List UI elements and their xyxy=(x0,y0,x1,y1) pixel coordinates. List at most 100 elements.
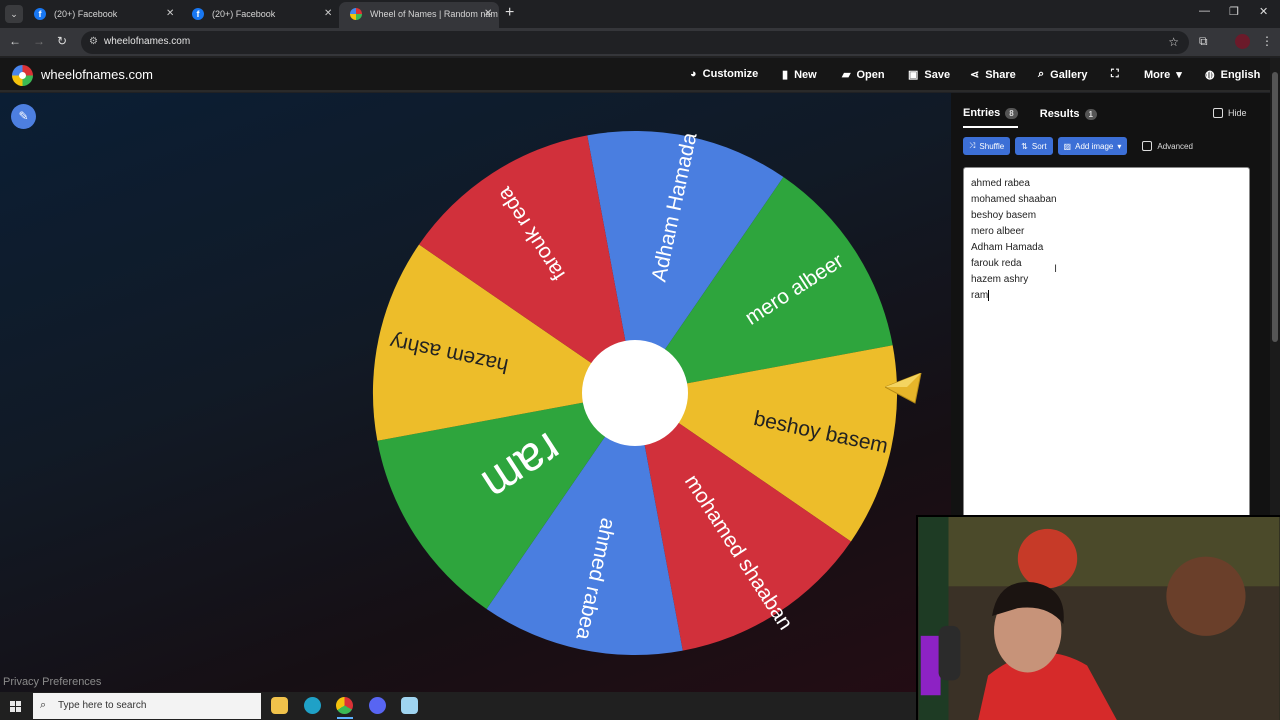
customize-button[interactable]: ◕ Customize xyxy=(690,68,758,80)
advanced-checkbox[interactable] xyxy=(1142,141,1153,151)
customize-label: Customize xyxy=(702,68,759,80)
floppy-icon: ▣ xyxy=(908,69,919,81)
palette-icon: ◕ xyxy=(690,68,697,80)
more-button[interactable]: More ▾ xyxy=(1144,68,1182,82)
edit-pencil-icon[interactable]: ✎ xyxy=(11,104,36,129)
discord-icon[interactable] xyxy=(369,697,386,714)
tab-entries[interactable]: Entries 8 xyxy=(963,107,1018,128)
profile-avatar[interactable] xyxy=(1235,34,1250,49)
restore-icon[interactable]: ❐ xyxy=(1229,5,1239,18)
name-wheel[interactable]: Adham Hamadamero albeerbeshoy basemmoham… xyxy=(370,128,900,658)
back-icon[interactable]: ← xyxy=(9,34,21,48)
close-icon[interactable]: ✕ xyxy=(484,2,492,26)
facebook-icon: f xyxy=(34,8,46,20)
save-button[interactable]: ▣ Save xyxy=(908,68,951,82)
save-label: Save xyxy=(924,68,951,81)
windows-start-icon[interactable] xyxy=(10,701,21,712)
tab-facebook-1[interactable]: f (20+) Facebook ✕ xyxy=(23,2,181,28)
panel-tabs: Entries 8 Results 1 xyxy=(963,107,1097,128)
wheel-favicon-icon xyxy=(350,8,362,20)
advanced-label: Advanced xyxy=(1157,141,1193,151)
hide-toggle[interactable]: Hide xyxy=(1213,108,1247,118)
search-icon: ⌕ xyxy=(1038,68,1045,80)
file-explorer-icon[interactable] xyxy=(271,697,288,714)
browser-toolbar: ← → ↻ ⚙ wheelofnames.com ☆ ⧉ ⋮ xyxy=(0,28,1280,57)
entry-line: hazem ashry xyxy=(971,274,1029,285)
share-button[interactable]: ⋖ Share xyxy=(970,68,1016,82)
add-image-label: Add image xyxy=(1075,141,1114,151)
folder-icon: ▰ xyxy=(842,69,851,81)
gallery-label: Gallery xyxy=(1050,68,1088,81)
windows-taskbar: ⌕ Type here to search xyxy=(0,692,916,720)
facebook-icon: f xyxy=(192,8,204,20)
share-icon: ⋖ xyxy=(970,69,980,81)
chrome-icon[interactable] xyxy=(336,697,353,714)
text-caret xyxy=(988,289,990,301)
add-image-button[interactable]: ▨ Add image ▾ xyxy=(1057,137,1128,155)
tab-wheel-of-names[interactable]: Wheel of Names | Random nam ✕ xyxy=(339,2,499,28)
active-app-indicator xyxy=(337,717,353,719)
forward-icon[interactable]: → xyxy=(33,34,45,48)
tab-title: (20+) Facebook xyxy=(54,9,118,19)
tab-title: Wheel of Names | Random nam xyxy=(370,9,498,19)
minimize-icon[interactable]: — xyxy=(1199,5,1210,17)
language-label: English xyxy=(1220,68,1261,81)
entries-count-badge: 8 xyxy=(1005,107,1018,119)
caret-down-icon: ▾ xyxy=(1176,69,1182,81)
caret-down-icon: ▾ xyxy=(1117,141,1122,151)
wheel-center[interactable] xyxy=(582,340,688,446)
new-button[interactable]: ▮ New xyxy=(782,68,817,82)
search-icon: ⌕ xyxy=(40,699,47,711)
address-bar[interactable]: ⚙ wheelofnames.com ☆ xyxy=(81,31,1189,54)
entry-line: ram xyxy=(971,289,990,301)
sort-icon: ⇅ xyxy=(1021,141,1028,151)
webcam-overlay xyxy=(916,515,1280,720)
scroll-thumb[interactable] xyxy=(1272,72,1278,342)
advanced-toggle[interactable]: Advanced xyxy=(1142,141,1193,151)
new-tab-icon[interactable]: + xyxy=(505,4,514,22)
open-button[interactable]: ▰ Open xyxy=(842,68,885,82)
bookmark-star-icon[interactable]: ☆ xyxy=(1168,35,1179,49)
site-info-icon[interactable]: ⚙ xyxy=(89,36,98,47)
close-icon[interactable]: ✕ xyxy=(166,2,174,26)
entry-line: ahmed rabea xyxy=(971,178,1030,189)
tab-search-icon[interactable]: ⌄ xyxy=(5,5,23,23)
hide-checkbox[interactable] xyxy=(1213,108,1223,118)
entry-line: mohamed shaaban xyxy=(971,194,1057,205)
image-icon: ▨ xyxy=(1063,141,1072,151)
entry-line: farouk reda xyxy=(971,258,1022,269)
logo-text[interactable]: wheelofnames.com xyxy=(41,67,153,82)
gallery-button[interactable]: ⌕ Gallery xyxy=(1038,68,1087,81)
more-label: More xyxy=(1144,68,1171,81)
new-label: New xyxy=(794,68,817,81)
close-icon[interactable]: ✕ xyxy=(324,2,332,26)
tab-title: (20+) Facebook xyxy=(212,9,276,19)
window-close-icon[interactable]: ✕ xyxy=(1259,5,1268,18)
open-label: Open xyxy=(856,68,885,81)
language-button[interactable]: ◍ English xyxy=(1205,68,1261,82)
fullscreen-button[interactable]: ⛶ xyxy=(1111,68,1119,81)
text-cursor-icon: I xyxy=(1054,263,1058,275)
reload-icon[interactable]: ↻ xyxy=(57,34,67,48)
shuffle-button[interactable]: ⤨ Shuffle xyxy=(963,137,1011,155)
extensions-icon[interactable]: ⧉ xyxy=(1199,34,1208,49)
logo-icon[interactable] xyxy=(12,65,33,86)
privacy-preferences-link[interactable]: Privacy Preferences xyxy=(3,676,101,688)
entries-tab-label: Entries xyxy=(963,107,1001,119)
wheel-pointer-icon xyxy=(885,373,922,404)
tab-facebook-2[interactable]: f (20+) Facebook ✕ xyxy=(181,2,339,28)
browser-menu-icon[interactable]: ⋮ xyxy=(1261,34,1273,48)
share-label: Share xyxy=(985,68,1016,81)
globe-icon: ◍ xyxy=(1205,69,1215,81)
taskbar-search-box[interactable]: ⌕ Type here to search xyxy=(33,693,261,719)
browser-tabstrip: ⌄ f (20+) Facebook ✕ f (20+) Facebook ✕ … xyxy=(0,0,1280,28)
screen: ⌄ f (20+) Facebook ✕ f (20+) Facebook ✕ … xyxy=(0,0,1280,720)
edge-icon[interactable] xyxy=(304,697,321,714)
url-text: wheelofnames.com xyxy=(104,36,191,47)
tab-results[interactable]: Results 1 xyxy=(1040,107,1097,128)
app-icon[interactable] xyxy=(401,697,418,714)
sort-button[interactable]: ⇅ Sort xyxy=(1015,137,1053,155)
file-icon: ▮ xyxy=(782,69,789,81)
site-header: wheelofnames.com ◕ Customize ▮ New ▰ Ope… xyxy=(0,58,1270,92)
entry-line: mero albeer xyxy=(971,226,1025,237)
